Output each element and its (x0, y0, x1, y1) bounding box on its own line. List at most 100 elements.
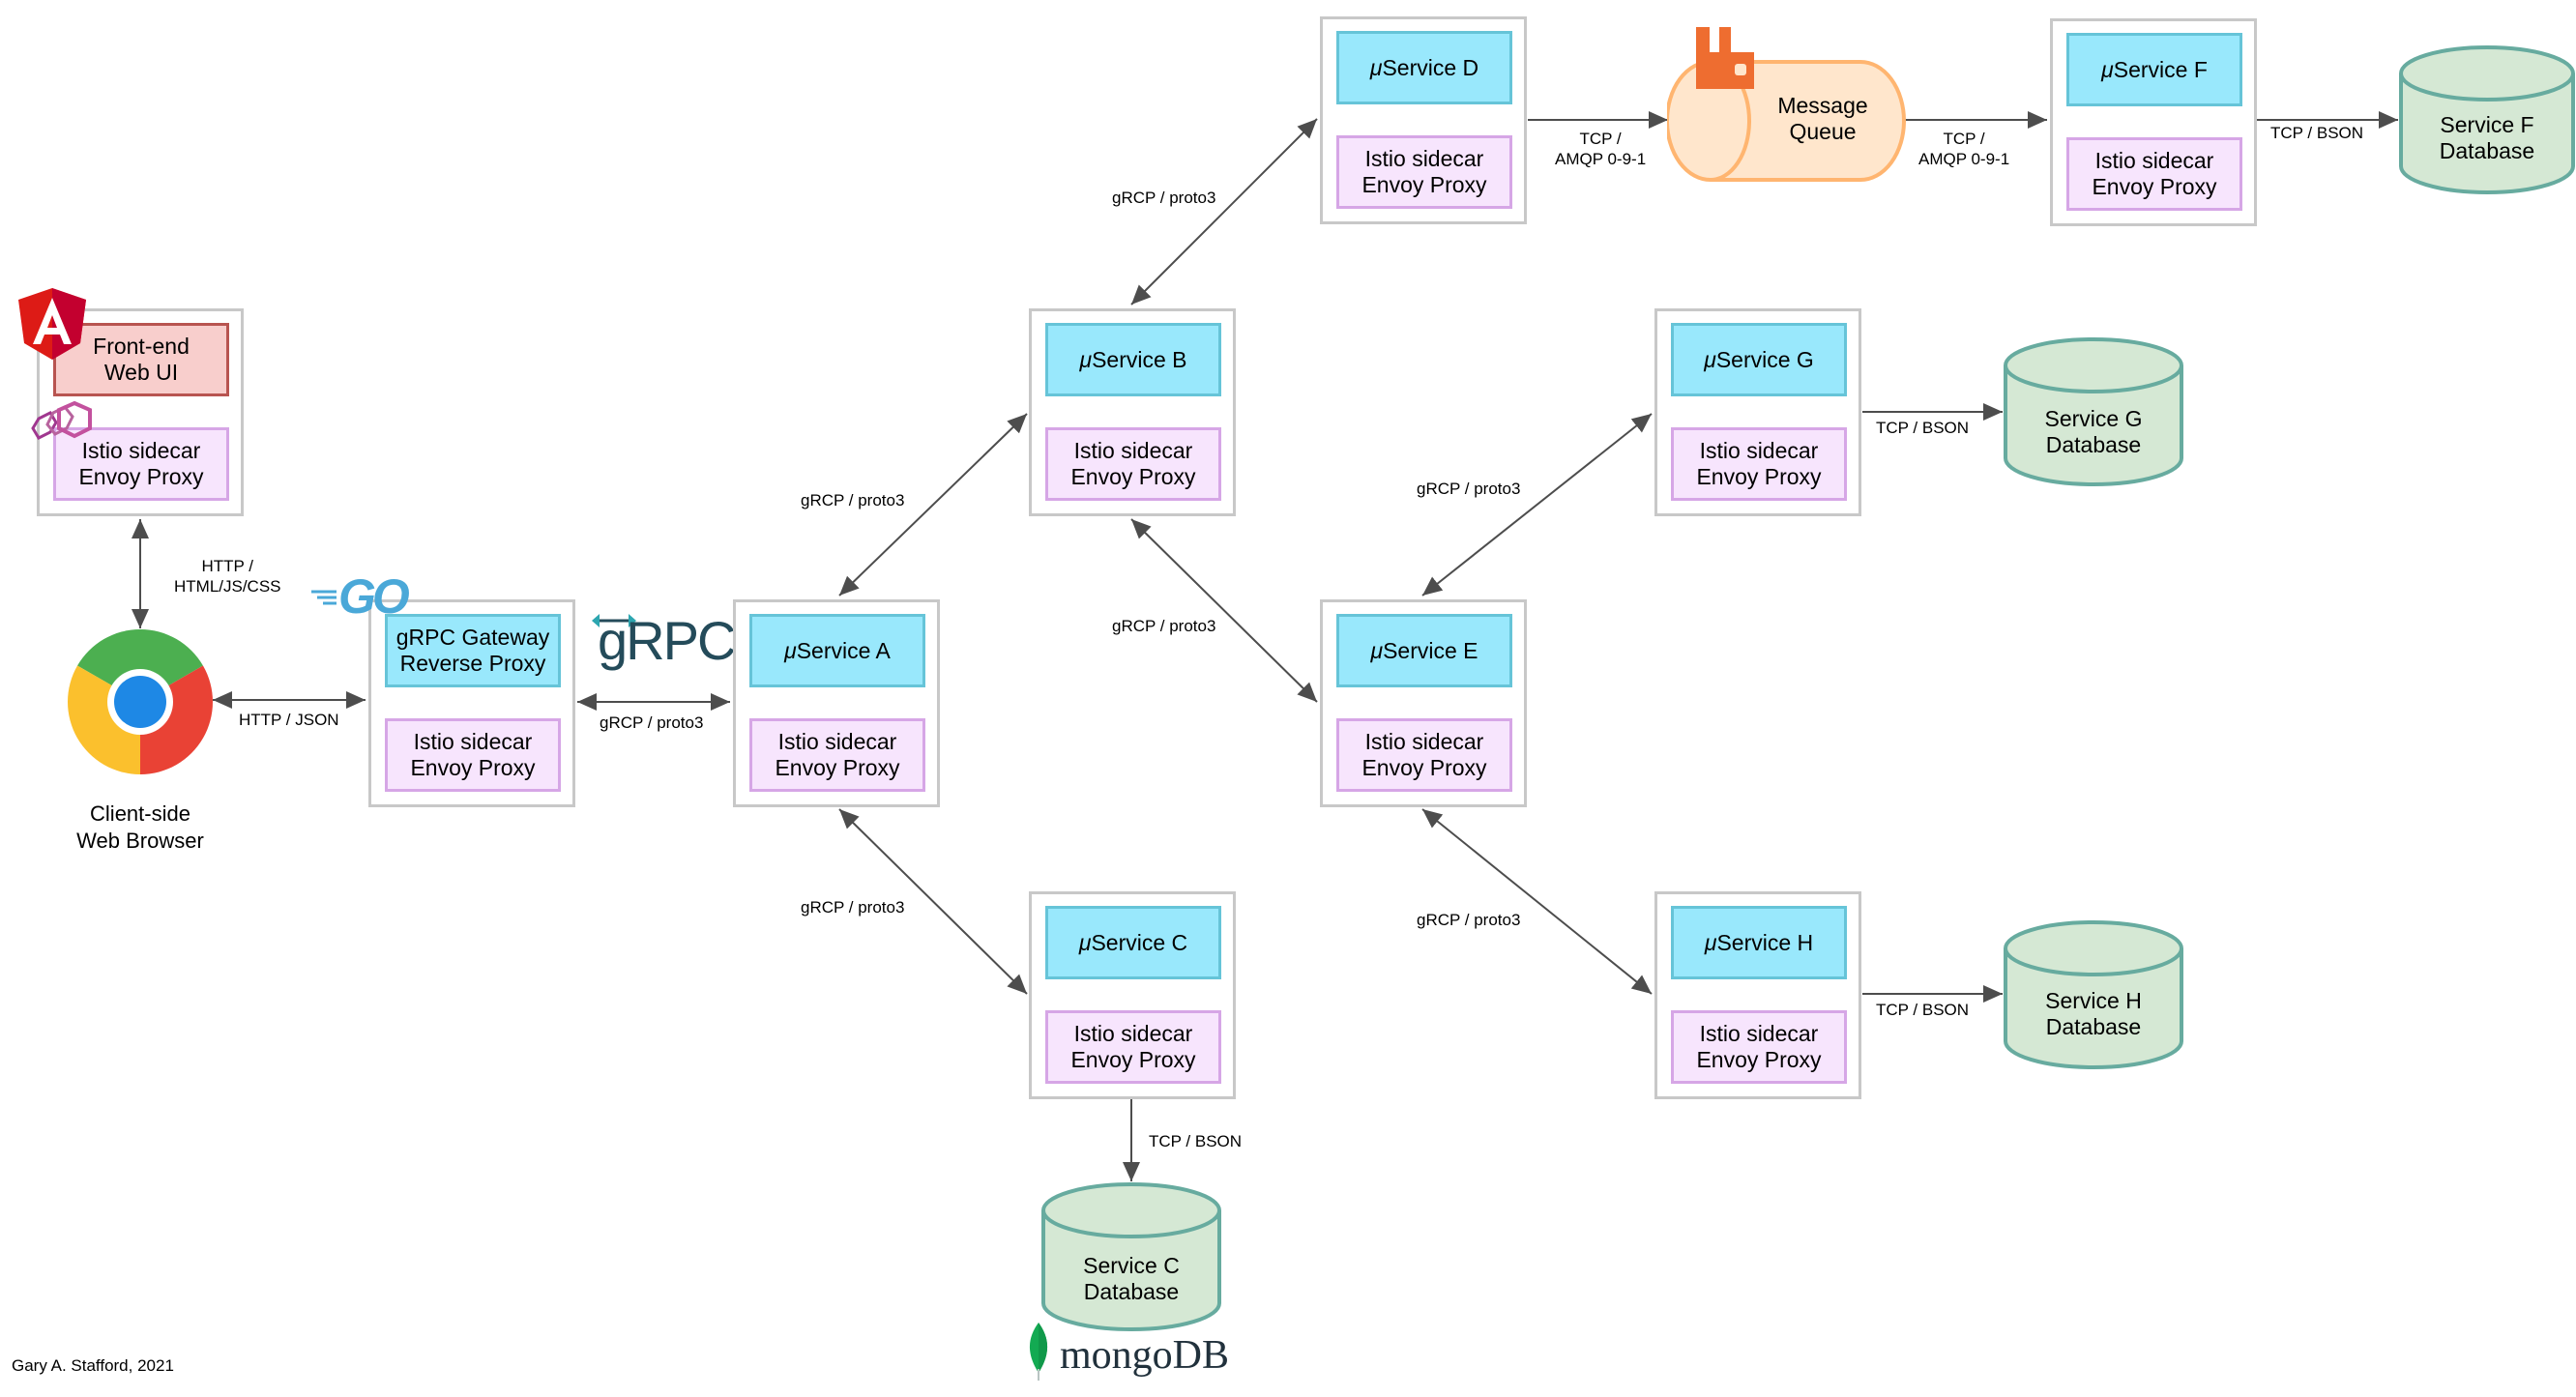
browser-label-line: Client-side (90, 801, 190, 826)
queue-label-line: Message (1777, 93, 1868, 118)
mu-symbol: μ (1078, 929, 1092, 955)
service-e[interactable]: μService E (1336, 614, 1512, 687)
edge-label-c-db: TCP / BSON (1149, 1132, 1243, 1150)
grpc-logo-icon: gRPC (592, 609, 736, 671)
istio-sidecar[interactable]: Istio sidecar Envoy Proxy (1045, 427, 1221, 501)
edge-label-h-db: TCP / BSON (1876, 1001, 1970, 1019)
service-b-pod[interactable]: μService B Istio sidecar Envoy Proxy (1029, 308, 1236, 516)
service-name: Service D (1382, 54, 1479, 80)
istio-sidecar[interactable]: Istio sidecar Envoy Proxy (385, 718, 561, 792)
grpc-gateway-reverse-proxy[interactable]: gRPC Gateway Reverse Proxy (385, 614, 561, 687)
istio-sidecar[interactable]: Istio sidecar Envoy Proxy (749, 718, 925, 792)
mu-symbol: μ (784, 637, 797, 663)
service-g[interactable]: μService G (1671, 323, 1847, 396)
service-name: Service A (796, 637, 891, 663)
mu-symbol: μ (2101, 56, 2114, 82)
service-c-pod[interactable]: μService C Istio sidecar Envoy Proxy (1029, 891, 1236, 1099)
frontend-title-line: Web UI (103, 360, 179, 385)
queue-label-line: Queue (1789, 119, 1857, 144)
mongodb-logo-icon: mongoDB (1025, 1323, 1257, 1382)
sidecar-line: Envoy Proxy (1070, 1047, 1196, 1072)
sidecar-line: Istio sidecar (1364, 729, 1484, 754)
sidecar-line: Istio sidecar (413, 729, 533, 754)
frontend-title-line: Front-end (93, 334, 190, 359)
service-f-pod[interactable]: μService F Istio sidecar Envoy Proxy (2050, 18, 2257, 226)
service-g-pod[interactable]: μService G Istio sidecar Envoy Proxy (1654, 308, 1861, 516)
istio-sidecar[interactable]: Istio sidecar Envoy Proxy (1671, 427, 1847, 501)
service-a-pod[interactable]: μService A Istio sidecar Envoy Proxy (733, 599, 940, 807)
edge-label-e-h: gRCP / proto3 (1417, 911, 1521, 929)
mu-symbol: μ (1704, 346, 1716, 372)
edge-label-browser-gateway: HTTP / JSON (239, 711, 339, 729)
istio-sidecar[interactable]: Istio sidecar Envoy Proxy (1336, 718, 1512, 792)
db-label-line: Service F (2440, 112, 2534, 137)
envoy-logo-icon (31, 401, 92, 440)
go-logo-icon: GO (309, 569, 425, 624)
mu-symbol: μ (1369, 54, 1383, 80)
chrome-browser-icon[interactable] (68, 629, 213, 774)
sidecar-line: Istio sidecar (1699, 438, 1819, 463)
edge-label-frontend-browser: HTTP / HTML/JS/CSS (174, 556, 281, 597)
sidecar-line: Envoy Proxy (78, 464, 204, 489)
service-b[interactable]: μService B (1045, 323, 1221, 396)
sidecar-line: Envoy Proxy (1361, 755, 1487, 780)
mu-symbol: μ (1079, 346, 1093, 372)
service-name: Service B (1092, 346, 1187, 372)
istio-sidecar[interactable]: Istio sidecar Envoy Proxy (1336, 135, 1512, 209)
sidecar-line: Envoy Proxy (1070, 464, 1196, 489)
rabbitmq-logo-icon (1696, 27, 1754, 89)
istio-sidecar[interactable]: Istio sidecar Envoy Proxy (2066, 137, 2242, 211)
service-e-pod[interactable]: μService E Istio sidecar Envoy Proxy (1320, 599, 1527, 807)
go-logo-text: GO (338, 569, 410, 624)
edge-label-d-queue: TCP / AMQP 0-9-1 (1555, 129, 1646, 169)
service-d[interactable]: μService D (1336, 31, 1512, 104)
sidecar-line: Envoy Proxy (1361, 172, 1487, 197)
db-label-line: Service G (2044, 406, 2143, 431)
edge-label-a-c: gRCP / proto3 (801, 898, 905, 917)
edge-label-line: HTML/JS/CSS (174, 577, 281, 596)
service-h-pod[interactable]: μService H Istio sidecar Envoy Proxy (1654, 891, 1861, 1099)
grpc-logo-text: gRPC (598, 610, 736, 671)
service-d-pod[interactable]: μService D Istio sidecar Envoy Proxy (1320, 16, 1527, 224)
sidecar-line: Envoy Proxy (775, 755, 900, 780)
database-f-label: Service F Database (2398, 112, 2576, 164)
sidecar-line: Envoy Proxy (1696, 1047, 1822, 1072)
edge-label-e-g: gRCP / proto3 (1417, 480, 1521, 498)
sidecar-line: Envoy Proxy (410, 755, 536, 780)
browser-label-line: Web Browser (76, 829, 204, 853)
istio-sidecar[interactable]: Istio sidecar Envoy Proxy (1045, 1010, 1221, 1084)
service-name: Service F (2113, 56, 2208, 82)
mu-symbol: μ (1704, 929, 1717, 955)
db-label-line: Database (2439, 138, 2535, 163)
edge-e-g (1421, 413, 1653, 597)
edge-label-line: TCP / (1943, 130, 1985, 148)
istio-sidecar[interactable]: Istio sidecar Envoy Proxy (1671, 1010, 1847, 1084)
edge-label-b-e: gRCP / proto3 (1112, 617, 1216, 635)
sidecar-line: Istio sidecar (777, 729, 897, 754)
service-h[interactable]: μService H (1671, 906, 1847, 979)
edge-label-gateway-a: gRCP / proto3 (600, 713, 704, 732)
mongodb-logo-text: mongoDB (1060, 1333, 1230, 1378)
database-h-label: Service H Database (2003, 988, 2184, 1040)
edge-e-h (1421, 808, 1653, 995)
edge-label-a-b: gRCP / proto3 (801, 491, 905, 509)
gateway-title-line: gRPC Gateway (395, 625, 550, 650)
db-label-line: Database (2045, 432, 2142, 457)
sidecar-line: Envoy Proxy (1696, 464, 1822, 489)
edge-label-b-d: gRCP / proto3 (1112, 189, 1216, 207)
db-label-line: Service H (2045, 988, 2142, 1013)
gateway-title-line: Reverse Proxy (399, 651, 546, 676)
service-a[interactable]: μService A (749, 614, 925, 687)
angular-logo-icon (18, 288, 86, 360)
service-name: Service C (1091, 929, 1188, 955)
db-label-line: Database (1083, 1279, 1180, 1304)
sidecar-line: Istio sidecar (1364, 146, 1484, 171)
mu-symbol: μ (1370, 637, 1384, 663)
service-c[interactable]: μService C (1045, 906, 1221, 979)
service-name: Service E (1383, 637, 1478, 663)
message-queue-label: Message Queue (1741, 93, 1905, 145)
grpc-gateway-pod[interactable]: gRPC Gateway Reverse Proxy Istio sidecar E… (368, 599, 575, 807)
service-name: Service H (1716, 929, 1814, 955)
edge-label-g-db: TCP / BSON (1876, 419, 1970, 437)
service-f[interactable]: μService F (2066, 33, 2242, 106)
